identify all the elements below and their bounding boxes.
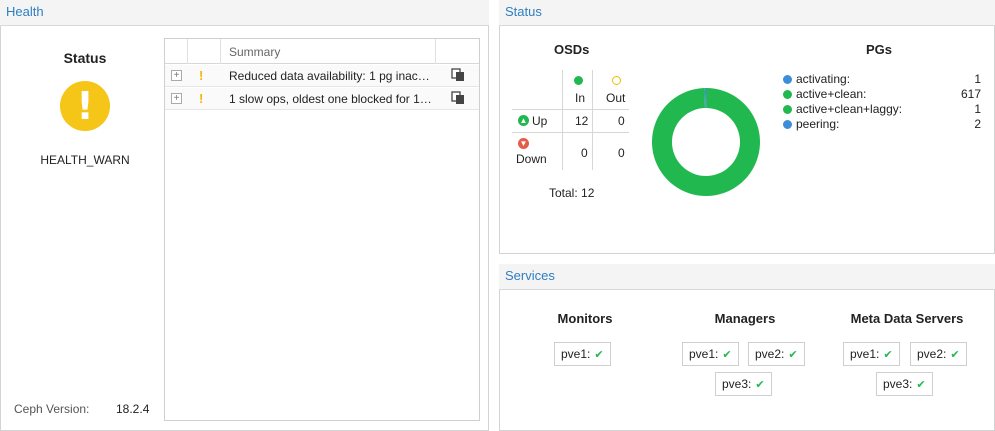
- check-icon: ✔: [950, 348, 960, 361]
- warning-severity-icon: !: [199, 68, 204, 83]
- row-summary-text: Reduced data availability: 1 pg inactive…: [229, 69, 433, 83]
- status-panel: Status OSDs In Out ▲ Up 12 0 ▼ Down 0 0 …: [499, 0, 995, 254]
- osd-col-out-label: Out: [606, 91, 626, 105]
- column-header-summary[interactable]: Summary: [229, 45, 280, 59]
- mds-title: Meta Data Servers: [850, 311, 964, 326]
- check-icon: ✔: [722, 348, 732, 361]
- osd-row-down-label: Down: [516, 152, 547, 166]
- row-summary-text: 1 slow ops, oldest one blocked for 1 sec: [229, 92, 433, 106]
- health-state-text: HEALTH_WARN: [40, 153, 130, 167]
- mds-node-chip[interactable]: pve3: ✔: [876, 372, 933, 396]
- pg-legend-item: activating: 1: [783, 72, 981, 87]
- legend-dot-icon: [783, 75, 792, 84]
- node-label: pve2:: [917, 347, 947, 361]
- osd-table: In Out ▲ Up 12 0 ▼ Down 0 0: [512, 70, 632, 170]
- legend-count: 1: [974, 72, 981, 86]
- osd-out-icon: [612, 76, 621, 85]
- pg-legend-item: active+clean+laggy: 1: [783, 102, 981, 117]
- osd-down-icon: ▼: [518, 138, 529, 149]
- legend-label: active+clean:: [796, 87, 867, 101]
- osd-down-out-count: 0: [618, 146, 625, 160]
- services-panel: Services Monitors pve1: ✔ Managers pve1: ✔…: [499, 264, 995, 431]
- node-label: pve1:: [689, 347, 719, 361]
- legend-label: active+clean+laggy:: [796, 102, 903, 116]
- health-summary-grid: Summary + ! Reduced data availability: 1…: [164, 38, 480, 421]
- osd-down-in-count: 0: [581, 146, 588, 160]
- warning-circle-icon: !: [60, 81, 110, 131]
- osd-total: Total: 12: [549, 186, 595, 200]
- node-label: pve1:: [850, 347, 880, 361]
- pg-legend-item: active+clean: 617: [783, 87, 981, 102]
- check-icon: ✔: [788, 348, 798, 361]
- check-icon: ✔: [916, 378, 926, 391]
- managers-title: Managers: [714, 311, 776, 326]
- legend-dot-icon: [783, 90, 792, 99]
- osds-title: OSDs: [554, 42, 590, 57]
- services-panel-title: Services: [499, 264, 995, 290]
- health-panel-title: Health: [0, 0, 489, 26]
- node-label: pve3:: [883, 377, 913, 391]
- node-label: pve2:: [755, 347, 785, 361]
- legend-count: 617: [960, 87, 981, 101]
- copy-icon[interactable]: [451, 91, 465, 105]
- manager-node-chip[interactable]: pve2: ✔: [748, 342, 805, 366]
- check-icon: ✔: [883, 348, 893, 361]
- legend-count: 2: [974, 117, 981, 131]
- monitor-node-chip[interactable]: pve1: ✔: [554, 342, 611, 366]
- mds-node-chip[interactable]: pve1: ✔: [843, 342, 900, 366]
- legend-label: activating:: [796, 72, 851, 86]
- health-panel: Health Status ! HEALTH_WARN Summary + ! …: [0, 0, 489, 431]
- pg-donut-chart: [652, 88, 760, 196]
- node-label: pve1:: [561, 347, 591, 361]
- monitors-title: Monitors: [557, 311, 613, 326]
- pg-legend-item: peering: 2: [783, 117, 981, 132]
- legend-label: peering:: [796, 117, 840, 131]
- expand-icon[interactable]: +: [171, 70, 182, 81]
- table-row[interactable]: + ! 1 slow ops, oldest one blocked for 1…: [165, 88, 479, 110]
- ceph-version-label: Ceph Version:: [14, 402, 90, 416]
- osd-in-icon: [574, 76, 583, 85]
- grid-header: Summary: [165, 39, 479, 64]
- pgs-title: PGs: [866, 42, 893, 57]
- health-status-title: Status: [63, 50, 107, 66]
- manager-node-chip[interactable]: pve3: ✔: [715, 372, 772, 396]
- osd-up-in-count: 12: [575, 114, 589, 128]
- osd-up-out-count: 0: [618, 114, 625, 128]
- manager-node-chip[interactable]: pve1: ✔: [682, 342, 739, 366]
- status-panel-title: Status: [499, 0, 995, 26]
- pg-legend: activating: 1 active+clean: 617 active+c…: [783, 72, 981, 132]
- check-icon: ✔: [755, 378, 765, 391]
- warning-severity-icon: !: [199, 91, 204, 106]
- legend-dot-icon: [783, 105, 792, 114]
- check-icon: ✔: [594, 348, 604, 361]
- ceph-version-value: 18.2.4: [116, 402, 150, 416]
- osd-up-icon: ▲: [518, 115, 529, 126]
- table-row[interactable]: + ! Reduced data availability: 1 pg inac…: [165, 65, 479, 87]
- osd-row-up-label: Up: [532, 114, 548, 128]
- copy-icon[interactable]: [451, 68, 465, 82]
- legend-count: 1: [974, 102, 981, 116]
- expand-icon[interactable]: +: [171, 93, 182, 104]
- osd-col-in-label: In: [575, 91, 586, 105]
- node-label: pve3:: [722, 377, 752, 391]
- mds-node-chip[interactable]: pve2: ✔: [910, 342, 967, 366]
- legend-dot-icon: [783, 120, 792, 129]
